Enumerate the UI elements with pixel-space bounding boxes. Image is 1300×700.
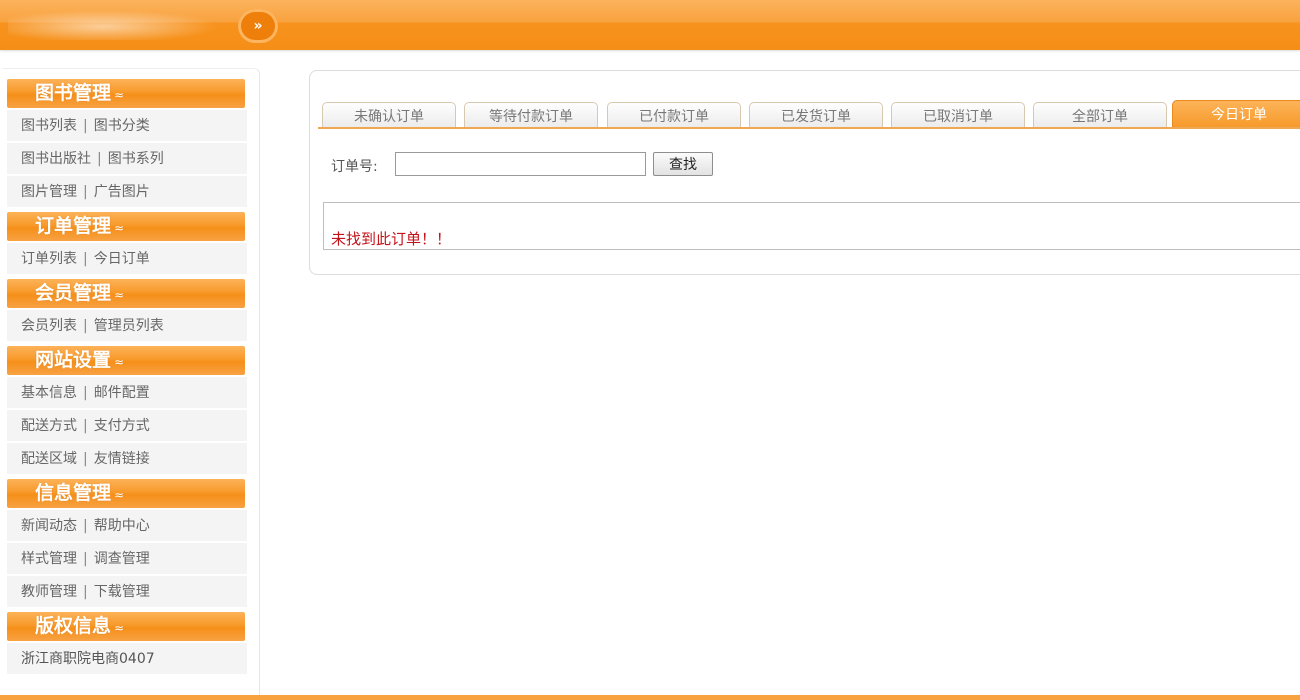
- sidebar-link-style-management[interactable]: 样式管理: [21, 551, 77, 567]
- sidebar-link-help-center[interactable]: 帮助中心: [94, 518, 150, 534]
- sidebar-toggle-button[interactable]: »: [238, 9, 278, 43]
- sidebar-link-book-category[interactable]: 图书分类: [94, 118, 150, 134]
- sidebar-link-survey-management[interactable]: 调查管理: [94, 551, 150, 567]
- sidebar-link-ad-images[interactable]: 广告图片: [94, 184, 150, 200]
- result-box: 未找到此订单！！: [323, 202, 1300, 250]
- double-chevron-down-icon: ≈: [114, 288, 125, 302]
- link-separator: |: [97, 151, 102, 167]
- sidebar-link-row: 图书列表 | 图书分类: [7, 110, 247, 142]
- tab-shipped-orders[interactable]: 已发货订单: [749, 102, 883, 127]
- sidebar-link-teacher-management[interactable]: 教师管理: [21, 584, 77, 600]
- double-chevron-down-icon: ≈: [114, 221, 125, 235]
- sidebar-link-news[interactable]: 新闻动态: [21, 518, 77, 534]
- tab-all-orders[interactable]: 全部订单: [1033, 102, 1167, 127]
- sidebar-link-row: 配送方式 | 支付方式: [7, 410, 247, 442]
- sidebar-link-row: 教师管理 | 下载管理: [7, 576, 247, 608]
- sidebar-section-book-management[interactable]: 图书管理 ≈: [7, 79, 245, 108]
- link-separator: |: [83, 118, 88, 134]
- sidebar-link-row: 新闻动态 | 帮助中心: [7, 510, 247, 542]
- tab-cancelled-orders[interactable]: 已取消订单: [891, 102, 1025, 127]
- link-separator: |: [83, 318, 88, 334]
- link-separator: |: [83, 251, 88, 267]
- section-title: 订单管理: [35, 215, 112, 237]
- section-title: 图书管理: [35, 82, 112, 104]
- double-chevron-down-icon: ≈: [114, 355, 125, 369]
- double-chevron-down-icon: ≈: [114, 88, 125, 102]
- sidebar-link-member-list[interactable]: 会员列表: [21, 318, 77, 334]
- search-button[interactable]: 查找: [653, 152, 713, 176]
- sidebar-link-friend-links[interactable]: 友情链接: [94, 451, 150, 467]
- sidebar-link-row: 图片管理 | 广告图片: [7, 176, 247, 208]
- tab-today-orders[interactable]: 今日订单: [1172, 100, 1300, 127]
- sidebar-link-basic-info[interactable]: 基本信息: [21, 385, 77, 401]
- link-separator: |: [83, 184, 88, 200]
- sidebar-link-row: 订单列表 | 今日订单: [7, 243, 247, 275]
- sidebar-section-order-management[interactable]: 订单管理 ≈: [7, 212, 245, 241]
- sidebar-link-book-publisher[interactable]: 图书出版社: [21, 151, 91, 167]
- section-title: 网站设置: [35, 349, 112, 371]
- sidebar-link-row: 样式管理 | 调查管理: [7, 543, 247, 575]
- sidebar-link-delivery-region[interactable]: 配送区域: [21, 451, 77, 467]
- copyright-text: 浙江商职院电商0407: [7, 643, 247, 675]
- tab-awaiting-payment-orders[interactable]: 等待付款订单: [464, 102, 598, 127]
- sidebar-link-mail-config[interactable]: 邮件配置: [94, 385, 150, 401]
- link-separator: |: [83, 385, 88, 401]
- double-chevron-down-icon: ≈: [114, 621, 125, 635]
- sidebar-link-row: 图书出版社 | 图书系列: [7, 143, 247, 175]
- top-header-bar: »: [0, 0, 1300, 50]
- sidebar-link-admin-list[interactable]: 管理员列表: [94, 318, 164, 334]
- section-title: 信息管理: [35, 482, 112, 504]
- order-number-input[interactable]: [395, 152, 646, 176]
- sidebar-link-row: 基本信息 | 邮件配置: [7, 377, 247, 409]
- sidebar-section-site-settings[interactable]: 网站设置 ≈: [7, 346, 245, 375]
- sidebar-link-book-series[interactable]: 图书系列: [108, 151, 164, 167]
- sidebar-section-member-management[interactable]: 会员管理 ≈: [7, 279, 245, 308]
- link-separator: |: [83, 551, 88, 567]
- sidebar-link-row: 配送区域 | 友情链接: [7, 443, 247, 475]
- bottom-bar: [0, 695, 1300, 700]
- tab-paid-orders[interactable]: 已付款订单: [607, 102, 741, 127]
- tab-underline: [318, 127, 1300, 129]
- sidebar-link-book-list[interactable]: 图书列表: [21, 118, 77, 134]
- sidebar: 图书管理 ≈ 图书列表 | 图书分类 图书出版社 | 图书系列 图片管理 | 广告图片 订单管…: [2, 68, 260, 699]
- link-separator: |: [83, 518, 88, 534]
- sidebar-link-today-orders[interactable]: 今日订单: [94, 251, 150, 267]
- site-logo: [8, 10, 218, 40]
- order-panel: 未确认订单 等待付款订单 已付款订单 已发货订单 已取消订单 全部订单 今日订单…: [309, 70, 1300, 275]
- link-separator: |: [83, 418, 88, 434]
- double-chevron-right-icon: »: [253, 18, 263, 34]
- sidebar-section-info-management[interactable]: 信息管理 ≈: [7, 479, 245, 508]
- double-chevron-down-icon: ≈: [114, 488, 125, 502]
- section-title: 版权信息: [35, 615, 112, 637]
- sidebar-link-download-management[interactable]: 下载管理: [94, 584, 150, 600]
- link-separator: |: [83, 451, 88, 467]
- sidebar-section-copyright[interactable]: 版权信息 ≈: [7, 612, 245, 641]
- sidebar-link-row: 会员列表 | 管理员列表: [7, 310, 247, 342]
- order-number-label: 订单号:: [331, 159, 378, 175]
- tab-unconfirmed-orders[interactable]: 未确认订单: [322, 102, 456, 127]
- sidebar-link-order-list[interactable]: 订单列表: [21, 251, 77, 267]
- section-title: 会员管理: [35, 282, 112, 304]
- link-separator: |: [83, 584, 88, 600]
- sidebar-link-delivery-method[interactable]: 配送方式: [21, 418, 77, 434]
- order-not-found-message: 未找到此订单！！: [331, 230, 452, 248]
- sidebar-link-payment-method[interactable]: 支付方式: [94, 418, 150, 434]
- sidebar-link-image-management[interactable]: 图片管理: [21, 184, 77, 200]
